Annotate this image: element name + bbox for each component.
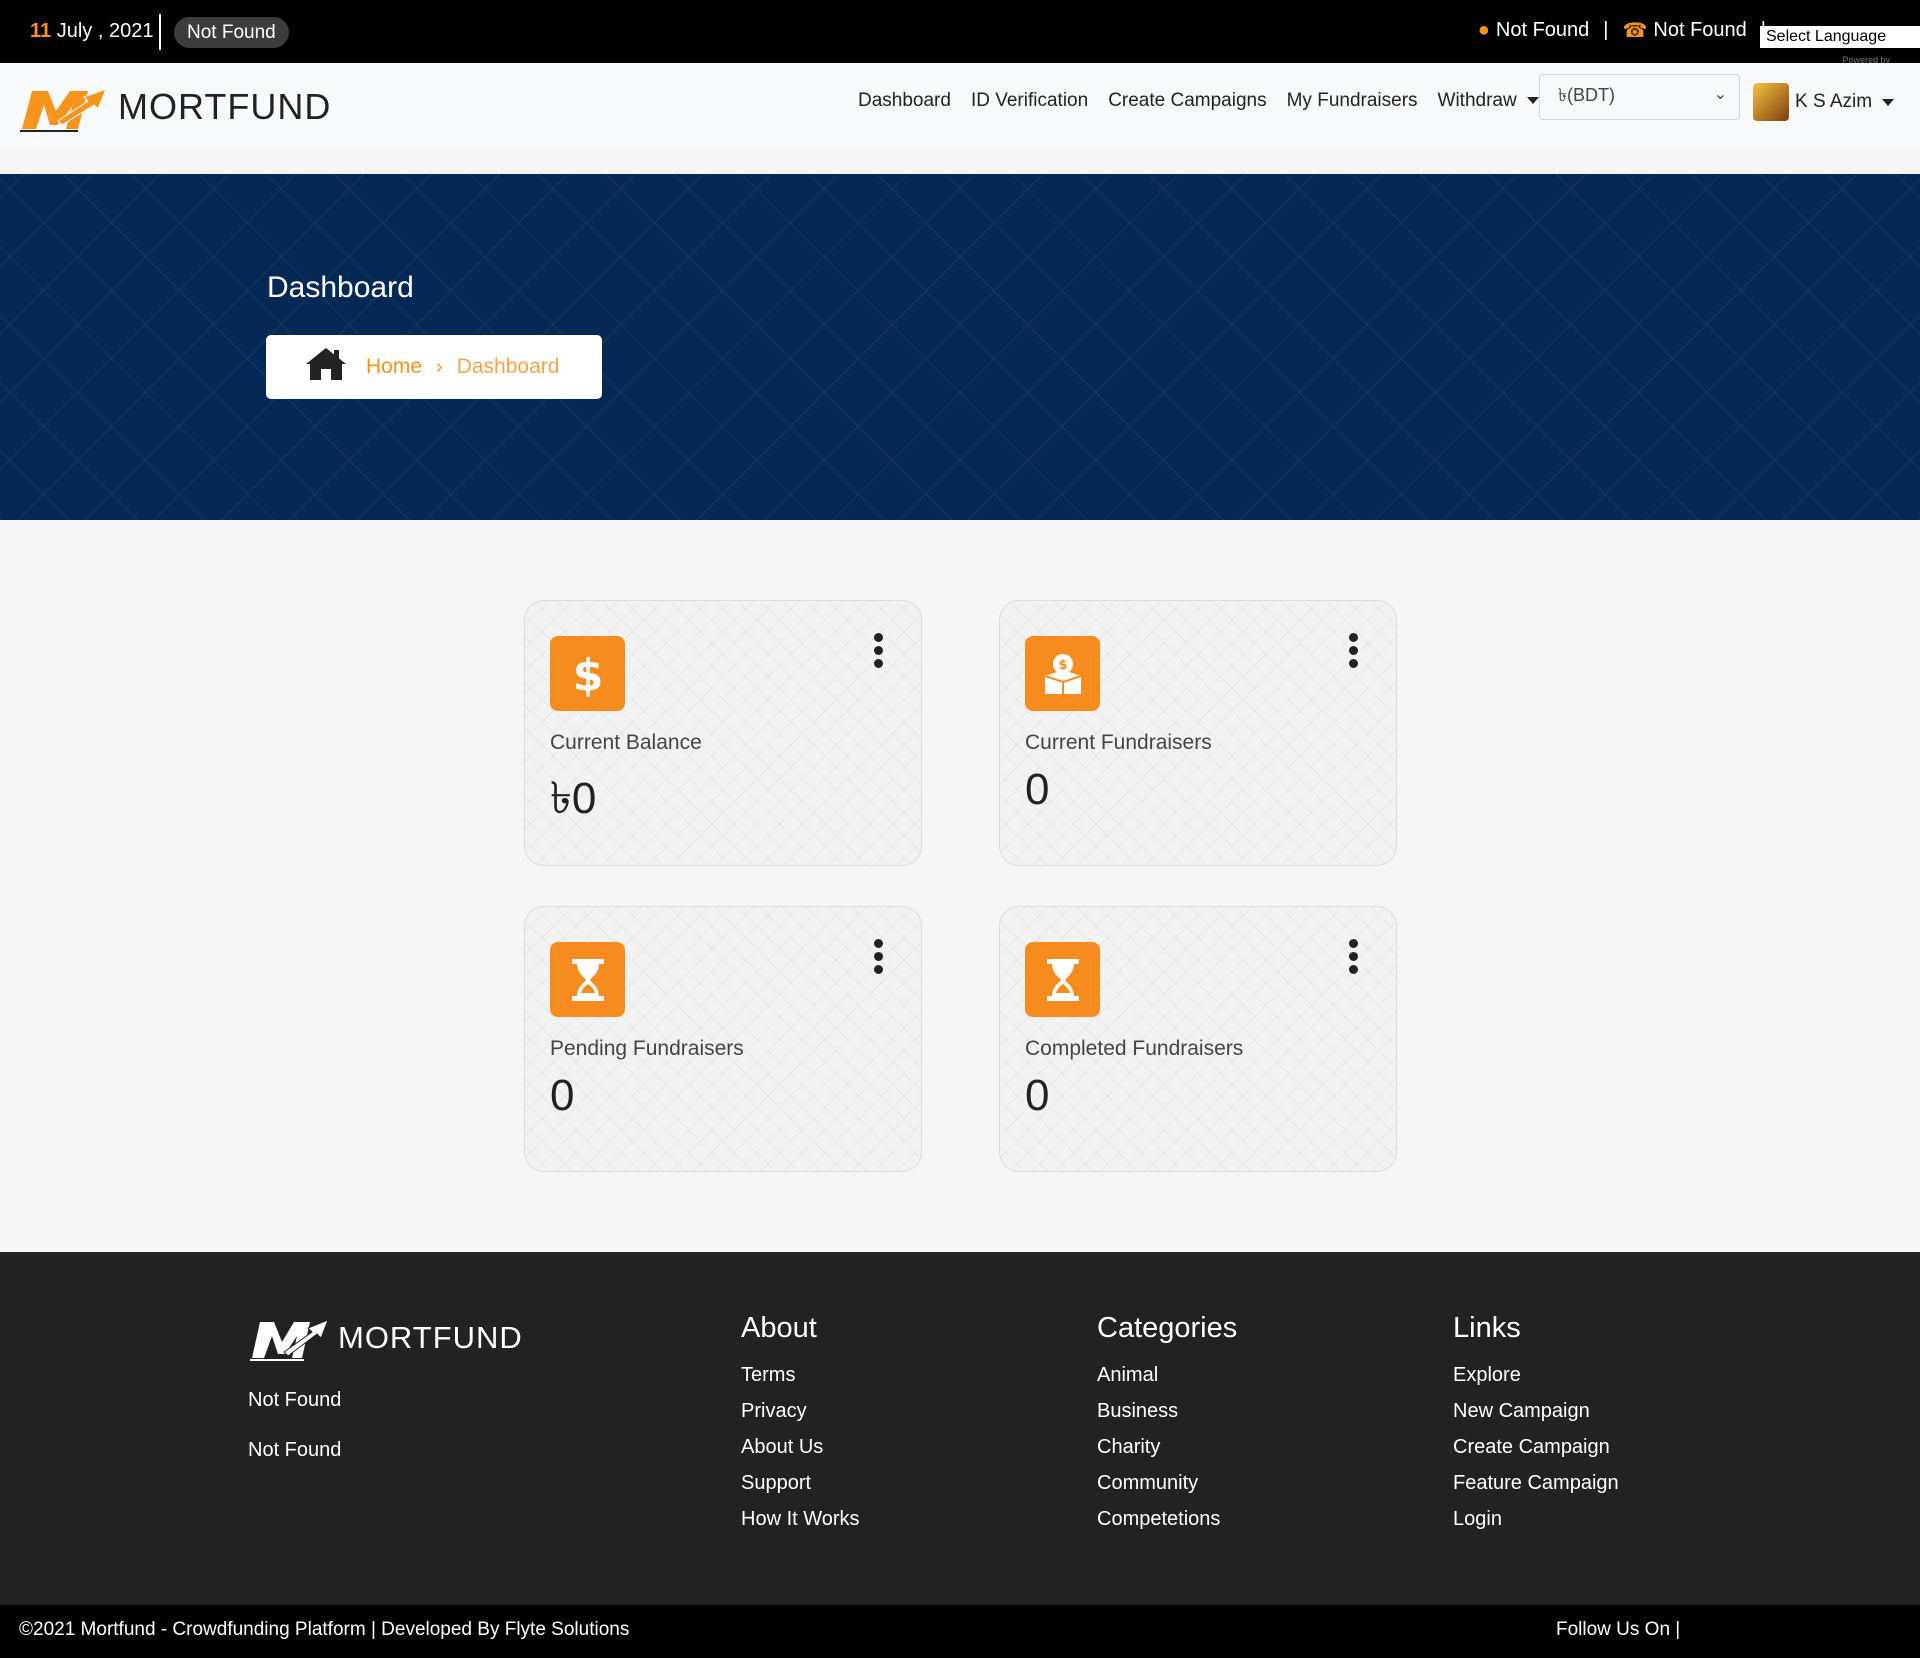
footer-link-competetions[interactable]: Competetions [1097,1501,1237,1537]
footer-address: Not Found [248,1389,342,1411]
top-bar: 11 July , 2021 Not Found ● Not Found | ☎… [0,0,1920,65]
card-value: 0 [550,1071,575,1120]
date-month-year: July , 2021 [51,20,154,42]
site-footer: MORTFUND Not Found Not Found About Terms… [0,1252,1920,1605]
footer-link-animal[interactable]: Animal [1097,1357,1237,1393]
card-label: Pending Fundraisers [550,1037,744,1060]
footer-link-new-campaign[interactable]: New Campaign [1453,1393,1619,1429]
footer-link-terms[interactable]: Terms [741,1357,860,1393]
nav-item-dashboard[interactable]: Dashboard [858,85,951,117]
current-date: 11 July , 2021 [30,20,153,43]
logo-mark-icon [18,81,110,133]
user-name: K S Azim [1795,91,1873,112]
home-icon[interactable] [304,346,348,388]
footer-link-explore[interactable]: Explore [1453,1357,1619,1393]
card-label: Current Balance [550,731,702,754]
stat-card-current-fundraisers: $ Current Fundraisers 0 [999,600,1397,866]
footer-link-business[interactable]: Business [1097,1393,1237,1429]
footer-categories-column: Categories Animal Business Charity Commu… [1097,1312,1237,1537]
brand-logo[interactable]: MORTFUND [18,81,331,133]
footer-about-column: About Terms Privacy About Us Support How… [741,1312,860,1537]
currency-value: ৳(BDT) [1558,85,1615,105]
footer-column-title: About [741,1312,817,1344]
avatar [1753,83,1789,121]
breadcrumb-home-link[interactable]: Home [366,355,422,379]
footer-column-title: Links [1453,1312,1521,1344]
card-value: ৳0 [550,774,597,823]
nav-item-id-verification[interactable]: ID Verification [971,85,1088,117]
chevron-down-icon: ⌄ [1713,86,1727,103]
hourglass-icon [550,942,625,1017]
breadcrumb-current: Dashboard [456,355,560,378]
footer-link-about-us[interactable]: About Us [741,1429,860,1465]
breadcrumb: Home › Dashboard [266,335,602,399]
language-select[interactable]: Select Language [1760,26,1920,48]
map-marker-icon: ● [1477,19,1490,41]
nav-item-withdraw[interactable]: Withdraw [1438,85,1539,117]
more-options-icon[interactable] [874,939,884,978]
footer-links-column: Links Explore New Campaign Create Campai… [1453,1312,1619,1537]
footer-phone: Not Found [248,1439,342,1461]
brand-name: MORTFUND [118,86,332,127]
card-label: Completed Fundraisers [1025,1037,1244,1060]
footer-link-charity[interactable]: Charity [1097,1429,1237,1465]
stat-card-completed-fundraisers: Completed Fundraisers 0 [999,906,1397,1172]
more-options-icon[interactable] [1349,633,1359,672]
withdraw-label: Withdraw [1437,90,1517,111]
card-value: 0 [1025,765,1050,814]
caret-down-icon [1882,98,1895,106]
footer-column-title: Categories [1097,1312,1238,1344]
footer-link-create-campaign[interactable]: Create Campaign [1453,1429,1619,1465]
main-navbar: MORTFUND Dashboard ID Verification Creat… [0,63,1920,150]
copyright-text: ©2021 Mortfund - Crowdfunding Platform |… [19,1619,630,1640]
nav-item-my-fundraisers[interactable]: My Fundraisers [1287,85,1418,117]
phone-text: Not Found [1653,19,1747,41]
svg-text:$: $ [572,650,603,698]
footer-link-privacy[interactable]: Privacy [741,1393,860,1429]
footer-link-login[interactable]: Login [1453,1501,1619,1537]
contact-info: ● Not Found | ☎ Not Found | [1478,18,1780,43]
page-header-banner: Dashboard Home › Dashboard [0,174,1920,520]
chevron-right-icon: › [436,355,443,378]
divider: | [1603,19,1609,41]
hourglass-icon [1025,942,1100,1017]
follow-us-text: Follow Us On | [1556,1619,1681,1640]
copyright-bar: ©2021 Mortfund - Crowdfunding Platform |… [0,1605,1920,1658]
dollar-icon: $ [550,636,625,711]
user-menu[interactable]: K S Azim [1753,83,1895,121]
stat-card-current-balance: $ Current Balance ৳0 [524,600,922,866]
status-pill: Not Found [174,17,289,48]
card-value: 0 [1025,1071,1050,1120]
footer-brand-name: MORTFUND [338,1320,523,1355]
more-options-icon[interactable] [1349,939,1359,978]
footer-link-support[interactable]: Support [741,1465,860,1501]
more-options-icon[interactable] [874,633,884,672]
card-label: Current Fundraisers [1025,731,1212,754]
logo-mark-icon [250,1319,329,1361]
nav-item-create-campaigns[interactable]: Create Campaigns [1108,85,1266,117]
footer-link-community[interactable]: Community [1097,1465,1237,1501]
footer-link-feature-campaign[interactable]: Feature Campaign [1453,1465,1619,1501]
address-text: Not Found [1495,19,1590,41]
date-day: 11 [30,20,52,42]
caret-down-icon [1526,97,1539,105]
footer-link-how-it-works[interactable]: How It Works [741,1501,860,1537]
stat-card-pending-fundraisers: Pending Fundraisers 0 [524,906,922,1172]
donation-box-icon: $ [1025,636,1100,711]
page-title: Dashboard [267,271,414,304]
currency-select[interactable]: ৳(BDT) ⌄ [1539,74,1740,120]
footer-brand-logo[interactable]: MORTFUND [248,1314,523,1362]
phone-icon: ☎ [1622,20,1648,42]
divider [159,14,161,50]
nav-menu: Dashboard ID Verification Create Campaig… [858,85,1559,117]
